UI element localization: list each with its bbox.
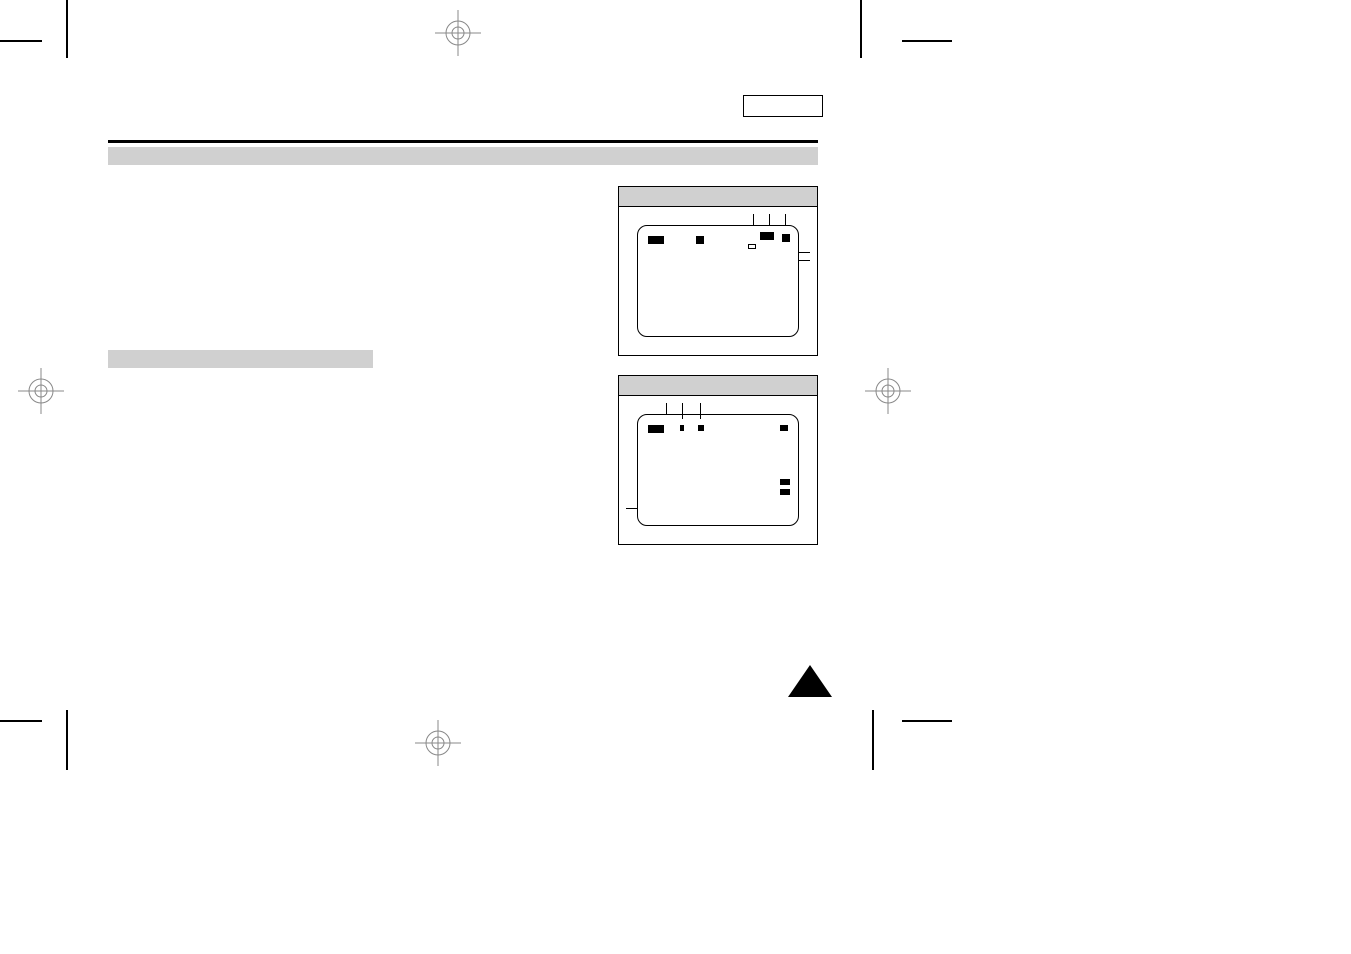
crop-mark	[66, 710, 68, 770]
figure-2	[618, 375, 818, 545]
page-number-box	[743, 95, 823, 117]
callout-tick	[785, 214, 786, 226]
device-outline-icon	[637, 225, 799, 337]
crop-mark	[902, 40, 952, 42]
figure-2-caption-bar	[618, 375, 818, 395]
callout-tick	[798, 260, 810, 261]
callout-tick	[753, 214, 754, 226]
lock-icon	[782, 234, 790, 242]
figure-1	[618, 186, 818, 356]
page-content	[108, 100, 818, 368]
figure-2-panel	[618, 395, 818, 545]
figure-1-panel	[618, 206, 818, 356]
callout-tick	[666, 403, 667, 415]
battery-icon	[648, 425, 664, 433]
indicator-icon	[780, 425, 788, 431]
small-icon	[780, 489, 790, 495]
registration-mark-icon	[18, 368, 64, 414]
registration-mark-icon	[415, 720, 461, 766]
crop-mark	[902, 720, 952, 722]
arrow-icon	[760, 236, 774, 240]
crop-mark	[66, 0, 68, 58]
indicator-icon	[696, 236, 704, 244]
subsection-bar	[108, 350, 373, 368]
section-bar	[108, 147, 818, 165]
callout-tick	[700, 403, 701, 419]
device-outline-icon	[637, 414, 799, 526]
battery-icon	[648, 236, 664, 244]
page-turn-triangle-icon	[788, 665, 832, 697]
indicator-icon	[680, 425, 684, 431]
divider-thick	[108, 140, 818, 143]
crop-mark	[0, 720, 42, 722]
crop-mark	[0, 40, 42, 42]
callout-tick	[626, 508, 638, 509]
callout-tick	[682, 403, 683, 419]
crop-mark	[872, 710, 874, 770]
small-box-icon	[748, 244, 756, 249]
callout-tick	[769, 214, 770, 226]
small-icon	[780, 479, 790, 485]
indicator-icon	[698, 425, 704, 431]
registration-mark-icon	[435, 10, 481, 56]
callout-tick	[798, 252, 810, 253]
crop-mark	[860, 0, 862, 58]
registration-mark-icon	[865, 368, 911, 414]
figure-1-caption-bar	[618, 186, 818, 206]
